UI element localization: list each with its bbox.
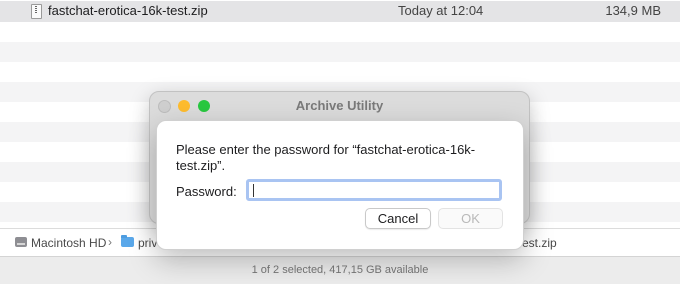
folder-icon <box>121 235 134 247</box>
path-item-folder[interactable]: priv <box>138 236 157 250</box>
password-prompt: Please enter the password for “fastchat-… <box>176 142 476 173</box>
path-item-file[interactable]: est.zip <box>522 236 557 250</box>
chevron-right-icon: › <box>108 235 112 249</box>
file-name: fastchat-erotica-16k-test.zip <box>48 3 208 18</box>
path-item-macintosh-hd[interactable]: Macintosh HD <box>31 236 106 250</box>
cancel-button[interactable]: Cancel <box>365 208 431 229</box>
hard-drive-icon <box>15 237 27 247</box>
password-label: Password: <box>176 184 237 199</box>
window-title: Archive Utility <box>295 98 384 113</box>
status-text: 1 of 2 selected, 417,15 GB available <box>251 264 429 276</box>
ok-button[interactable]: OK <box>438 208 503 229</box>
file-size: 134,9 MB <box>605 3 661 18</box>
password-input[interactable] <box>246 179 502 201</box>
file-date-modified: Today at 12:04 <box>398 3 484 18</box>
password-dialog: Please enter the password for “fastchat-… <box>156 120 524 250</box>
text-caret <box>253 184 254 197</box>
status-bar: 1 of 2 selected, 417,15 GB available <box>0 256 680 284</box>
zip-file-icon <box>31 4 42 19</box>
empty-row <box>0 42 680 62</box>
file-row-selected[interactable]: fastchat-erotica-16k-test.zip Today at 1… <box>0 1 680 22</box>
